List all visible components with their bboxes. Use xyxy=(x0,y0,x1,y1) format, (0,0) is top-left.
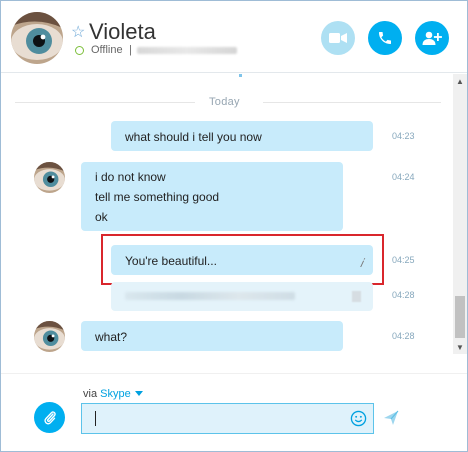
message-text: i do not know xyxy=(95,170,166,184)
add-participant-button[interactable] xyxy=(415,21,449,55)
video-call-icon xyxy=(329,33,347,43)
message-time: 04:28 xyxy=(392,290,415,300)
highlight-box xyxy=(101,234,384,285)
favorite-star-icon[interactable]: ☆ xyxy=(71,25,85,41)
conversation-header: ☆ Violeta Offline | xyxy=(1,1,467,73)
send-icon[interactable] xyxy=(383,410,399,426)
scrollbar-thumb[interactable] xyxy=(455,296,465,338)
date-divider-line xyxy=(15,102,195,103)
message-time: 04:23 xyxy=(392,131,415,141)
redacted-location xyxy=(137,47,237,54)
message-time: 04:24 xyxy=(392,172,415,182)
message-input-container[interactable] xyxy=(81,403,374,434)
message-bubble[interactable]: i do not know tell me something good ok xyxy=(81,162,343,231)
sender-avatar[interactable] xyxy=(34,321,65,352)
scroll-up-icon[interactable]: ▲ xyxy=(453,74,467,88)
status-indicator-icon xyxy=(75,46,84,55)
chat-scrollbar[interactable]: ▲ ▼ xyxy=(453,74,467,354)
message-time: 04:28 xyxy=(392,331,415,341)
redacted-text xyxy=(125,292,295,300)
date-divider-line xyxy=(263,102,441,103)
add-contact-icon xyxy=(422,31,442,45)
composer-divider xyxy=(1,373,467,374)
redacted-icon xyxy=(352,291,361,302)
status-separator: | xyxy=(129,44,132,56)
message-text: what should i tell you now xyxy=(125,130,262,144)
message-text: ok xyxy=(95,210,108,224)
sender-avatar[interactable] xyxy=(34,162,65,193)
message-bubble[interactable]: what should i tell you now xyxy=(111,121,373,151)
video-call-button[interactable] xyxy=(321,21,355,55)
message-text: what? xyxy=(95,330,128,344)
audio-call-button[interactable] xyxy=(368,21,402,55)
attachment-button[interactable] xyxy=(34,402,65,433)
via-selector[interactable]: via Skype xyxy=(83,388,143,400)
text-cursor xyxy=(95,411,96,426)
message-bubble-redacted[interactable] xyxy=(111,282,373,311)
emoji-icon[interactable] xyxy=(350,410,367,427)
chevron-down-icon[interactable] xyxy=(134,391,143,397)
phone-call-icon xyxy=(379,32,391,44)
message-time: 04:25 xyxy=(392,255,415,265)
date-divider: Today xyxy=(209,96,240,108)
contact-avatar[interactable] xyxy=(11,12,63,64)
contact-status: Offline xyxy=(91,44,123,56)
chat-window: ☆ Violeta Offline | Today what should i … xyxy=(0,0,468,452)
contact-name: Violeta xyxy=(89,19,156,44)
message-text: tell me something good xyxy=(95,190,220,204)
via-service-link[interactable]: Skype xyxy=(100,388,131,400)
message-input[interactable] xyxy=(82,404,342,433)
message-bubble[interactable]: what? xyxy=(81,321,343,351)
attachment-icon xyxy=(43,410,56,424)
via-label: via xyxy=(83,388,98,400)
scroll-down-icon[interactable]: ▼ xyxy=(453,340,467,354)
message-list[interactable]: Today what should i tell you now 04:23 i… xyxy=(1,74,453,374)
scroll-indicator xyxy=(239,74,242,77)
